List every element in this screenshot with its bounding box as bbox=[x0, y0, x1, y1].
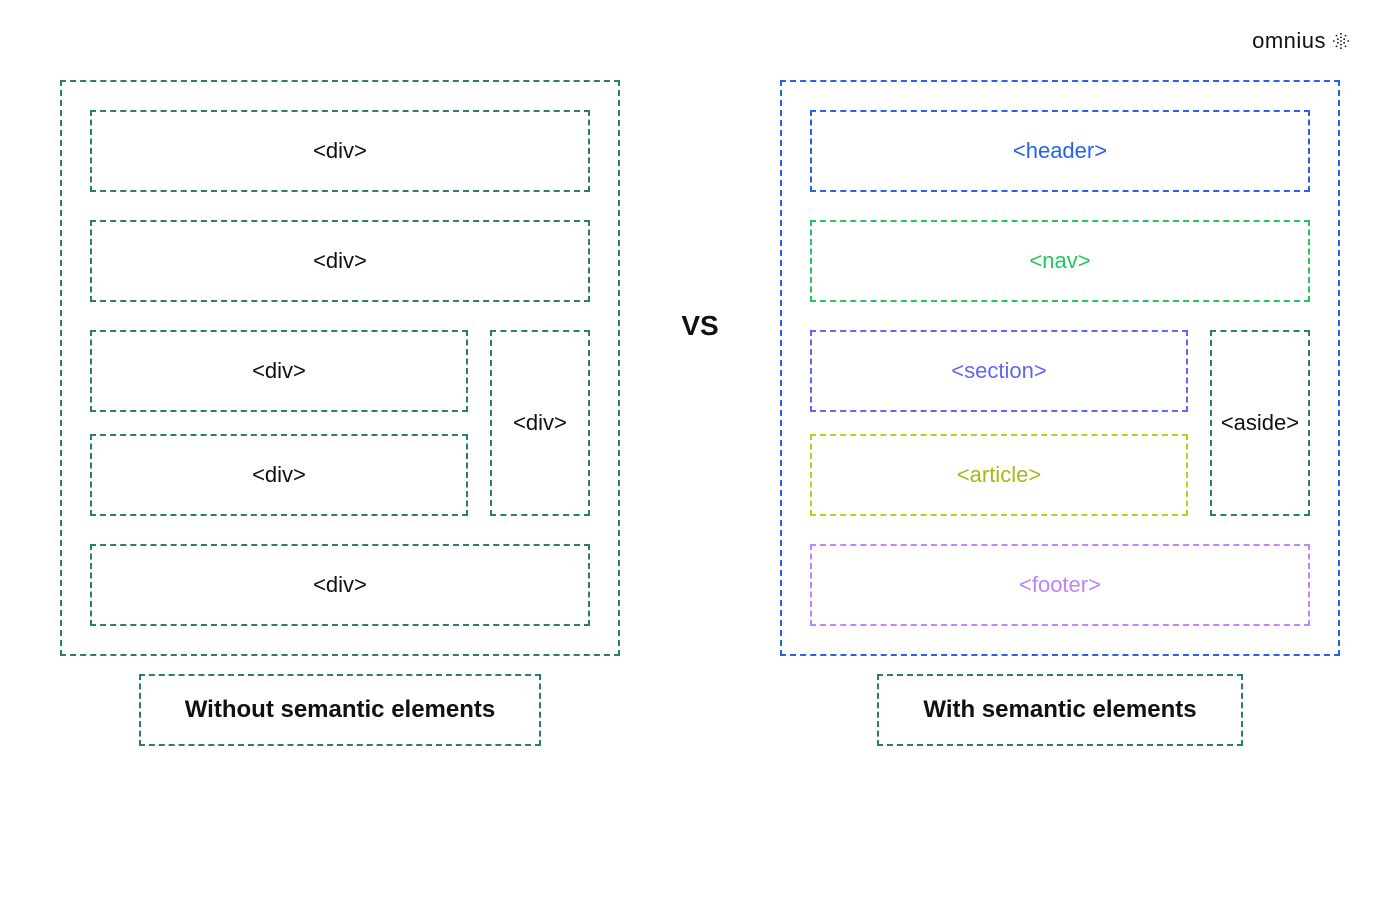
right-caption: With semantic elements bbox=[877, 674, 1242, 746]
left-panel-wrap: <div> <div> <div> <div> <div> <div> With… bbox=[60, 80, 620, 746]
brand-name: omnius bbox=[1252, 28, 1326, 54]
left-div-6: <div> bbox=[90, 544, 590, 626]
left-div-3: <div> bbox=[90, 330, 468, 412]
right-nav-box: <nav> bbox=[810, 220, 1310, 302]
right-middle-row: <section> <article> <aside> bbox=[810, 330, 1310, 516]
left-div-1: <div> bbox=[90, 110, 590, 192]
vs-label: VS bbox=[681, 80, 718, 342]
left-div-aside: <div> bbox=[490, 330, 590, 516]
left-middle-row: <div> <div> <div> bbox=[90, 330, 590, 516]
left-caption: Without semantic elements bbox=[139, 674, 542, 746]
left-div-2: <div> bbox=[90, 220, 590, 302]
left-div-4: <div> bbox=[90, 434, 468, 516]
right-header-box: <header> bbox=[810, 110, 1310, 192]
brand-logo: omnius bbox=[1252, 28, 1350, 54]
right-aside-box: <aside> bbox=[1210, 330, 1310, 516]
right-section-box: <section> bbox=[810, 330, 1188, 412]
right-article-box: <article> bbox=[810, 434, 1188, 516]
left-layout-container: <div> <div> <div> <div> <div> <div> bbox=[60, 80, 620, 656]
brand-dot-icon bbox=[1332, 32, 1350, 50]
right-panel-wrap: <header> <nav> <section> <article> <asid… bbox=[780, 80, 1340, 746]
right-footer-box: <footer> bbox=[810, 544, 1310, 626]
right-layout-container: <header> <nav> <section> <article> <asid… bbox=[780, 80, 1340, 656]
